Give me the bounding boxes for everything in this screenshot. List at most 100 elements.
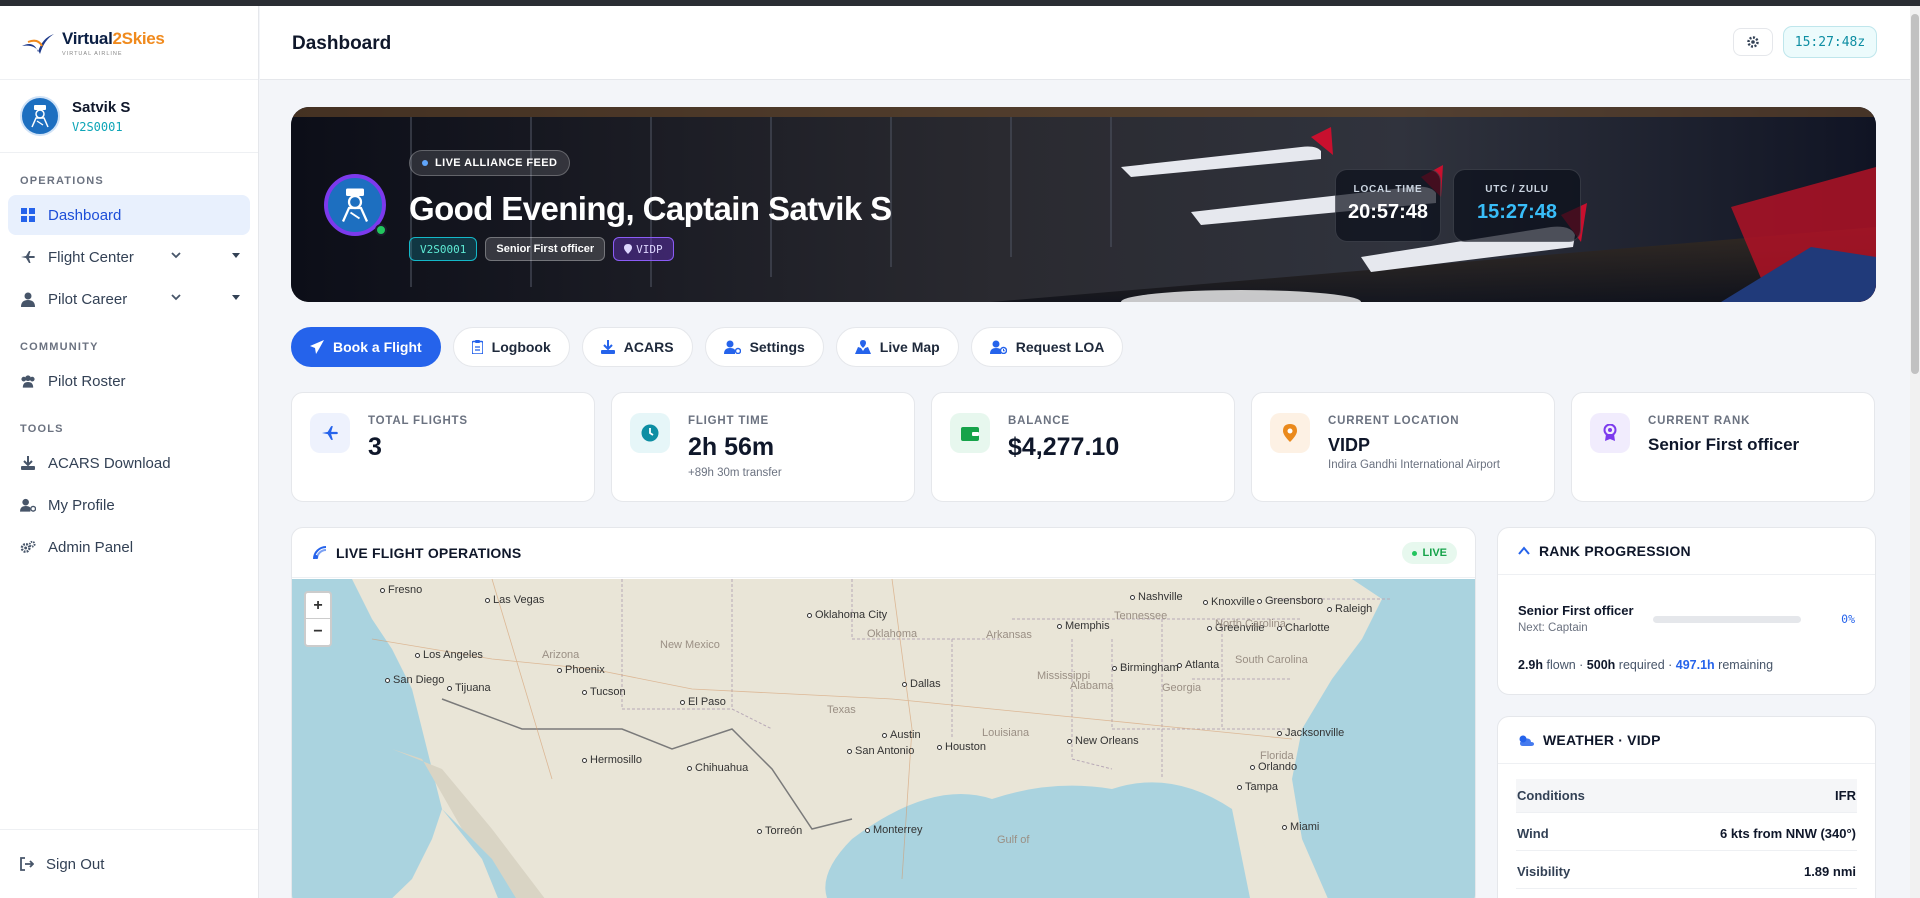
user-clock-icon: [989, 340, 1007, 354]
hours-remaining-label: remaining: [1718, 658, 1774, 672]
city-dot-icon: [1207, 625, 1212, 631]
map-city-label: Dallas: [902, 678, 941, 690]
map-region-label: Georgia: [1162, 682, 1202, 694]
map-city-label: Memphis: [1057, 620, 1110, 632]
zoom-out-button[interactable]: −: [306, 619, 330, 645]
live-badge-label: LIVE: [1422, 547, 1447, 559]
stat-label: TOTAL FLIGHTS: [368, 415, 468, 427]
grid-icon: [20, 207, 36, 223]
map-region-label: Arizona: [542, 649, 580, 661]
map-city-label: Torreón: [757, 825, 802, 837]
sidebar-item-label: Dashboard: [48, 206, 122, 224]
sidebar-item-pilot-career[interactable]: Pilot Career: [8, 279, 250, 319]
avatar: [20, 96, 60, 136]
map-location-icon: [854, 340, 871, 354]
sidebar-item-admin-panel[interactable]: Admin Panel: [8, 527, 250, 567]
city-dot-icon: [757, 828, 762, 834]
stat-value: $4,277.10: [1008, 433, 1120, 461]
rank-progress-bar: [1653, 616, 1801, 623]
rank-progress-percent: 0%: [1841, 612, 1855, 626]
map-city-label: Austin: [882, 729, 921, 741]
city-dot-icon: [937, 744, 942, 750]
weather-row: Visibility 1.89 nmi: [1516, 855, 1857, 889]
book-flight-button[interactable]: Book a Flight: [291, 327, 441, 367]
nav-section-operations: OPERATIONS: [20, 175, 104, 187]
next-rank: Next: Captain: [1518, 622, 1588, 634]
map-city-label: Greensboro: [1257, 595, 1323, 607]
city-dot-icon: [1327, 606, 1332, 612]
live-map-button[interactable]: Live Map: [835, 327, 959, 367]
stat-subtext: +89h 30m transfer: [688, 467, 782, 479]
chevron-down-icon: [171, 294, 181, 301]
request-loa-button[interactable]: Request LOA: [970, 327, 1124, 367]
map-city-label: Los Angeles: [415, 649, 483, 661]
plane-icon: [310, 413, 350, 453]
button-label: Logbook: [491, 339, 551, 355]
live-map[interactable]: + − Fresno Las Vegas Los Angeles San Diego T…: [292, 578, 1475, 898]
city-dot-icon: [415, 652, 420, 658]
download-icon: [600, 340, 615, 354]
hours-required: 500h: [1586, 658, 1616, 672]
stat-total-flights: TOTAL FLIGHTS 3: [291, 392, 595, 502]
sidebar-item-acars-download[interactable]: ACARS Download: [8, 443, 250, 483]
welcome-hero: LIVE ALLIANCE FEED Good Evening, Captain…: [291, 107, 1876, 302]
utc-time-label: UTC / ZULU: [1485, 184, 1549, 195]
map-city-label: Atlanta: [1177, 659, 1219, 671]
weather-row-label: Visibility: [1517, 864, 1571, 879]
live-dot-icon: [1411, 550, 1417, 556]
hours-flown-label: flown: [1546, 658, 1576, 672]
settings-button[interactable]: Settings: [704, 327, 824, 367]
map-city-label: Fresno: [380, 584, 422, 596]
map-zoom-control: + −: [304, 591, 332, 647]
page-scrollbar[interactable]: [1910, 6, 1920, 898]
stat-balance: BALANCE $4,277.10: [931, 392, 1235, 502]
stat-subtext: Indira Gandhi International Airport: [1328, 459, 1500, 471]
feed-badge-label: LIVE ALLIANCE FEED: [435, 157, 558, 169]
city-dot-icon: [1282, 824, 1287, 830]
city-dot-icon: [1057, 623, 1062, 629]
sidebar-item-pilot-roster[interactable]: Pilot Roster: [8, 361, 250, 401]
map-city-label: Hermosillo: [582, 754, 642, 766]
stat-value: 2h 56m: [688, 433, 775, 461]
rank-progression-panel: RANK PROGRESSION Senior First officer Ne…: [1497, 527, 1876, 695]
city-dot-icon: [847, 748, 852, 754]
sidebar-item-my-profile[interactable]: My Profile: [8, 485, 250, 525]
live-alliance-feed-badge: LIVE ALLIANCE FEED: [409, 150, 571, 176]
acars-button[interactable]: ACARS: [581, 327, 693, 367]
map-pin-icon: [1270, 413, 1310, 453]
city-dot-icon: [582, 689, 587, 695]
pilot-icon: [20, 291, 36, 307]
logbook-button[interactable]: Logbook: [452, 327, 570, 367]
brand-logo[interactable]: Virtual2Skies VIRTUAL AIRLINE: [0, 6, 258, 80]
map-city-label: Knoxville: [1203, 596, 1255, 608]
local-time-label: LOCAL TIME: [1353, 184, 1423, 195]
weather-row: Conditions IFR: [1516, 779, 1857, 813]
quick-actions: Book a Flight Logbook ACARS Settings Liv…: [291, 327, 1124, 367]
city-dot-icon: [882, 732, 887, 738]
sign-out-button[interactable]: Sign Out: [0, 829, 258, 898]
scrollbar-thumb[interactable]: [1911, 14, 1919, 374]
plane-icon: [20, 249, 36, 265]
brand-name: Virtual2Skies: [62, 28, 165, 48]
user-card[interactable]: Satvik S V2S0001: [0, 80, 258, 153]
user-gear-icon: [723, 340, 741, 354]
stat-value: 3: [368, 433, 382, 461]
sidebar: Virtual2Skies VIRTUAL AIRLINE Satvik S V…: [0, 6, 259, 898]
hours-flown: 2.9h: [1518, 658, 1544, 672]
hours-remaining: 497.1h: [1675, 658, 1715, 672]
sidebar-item-dashboard[interactable]: Dashboard: [8, 195, 250, 235]
settings-gear-button[interactable]: [1733, 28, 1773, 56]
current-rank-name: Senior First officer: [1518, 603, 1634, 618]
button-label: Settings: [749, 339, 805, 355]
online-status-dot: [375, 224, 387, 236]
zoom-in-button[interactable]: +: [306, 593, 330, 619]
live-flight-operations-panel: LIVE FLIGHT OPERATIONS LIVE + − Fresno La…: [291, 527, 1476, 898]
map-region-label: Tennessee: [1114, 610, 1168, 622]
city-dot-icon: [680, 699, 685, 705]
city-dot-icon: [1112, 665, 1117, 671]
city-dot-icon: [582, 757, 587, 763]
sidebar-item-flight-center[interactable]: Flight Center: [8, 237, 250, 277]
city-dot-icon: [807, 612, 812, 618]
paper-plane-icon: [310, 340, 324, 354]
city-dot-icon: [687, 765, 692, 771]
